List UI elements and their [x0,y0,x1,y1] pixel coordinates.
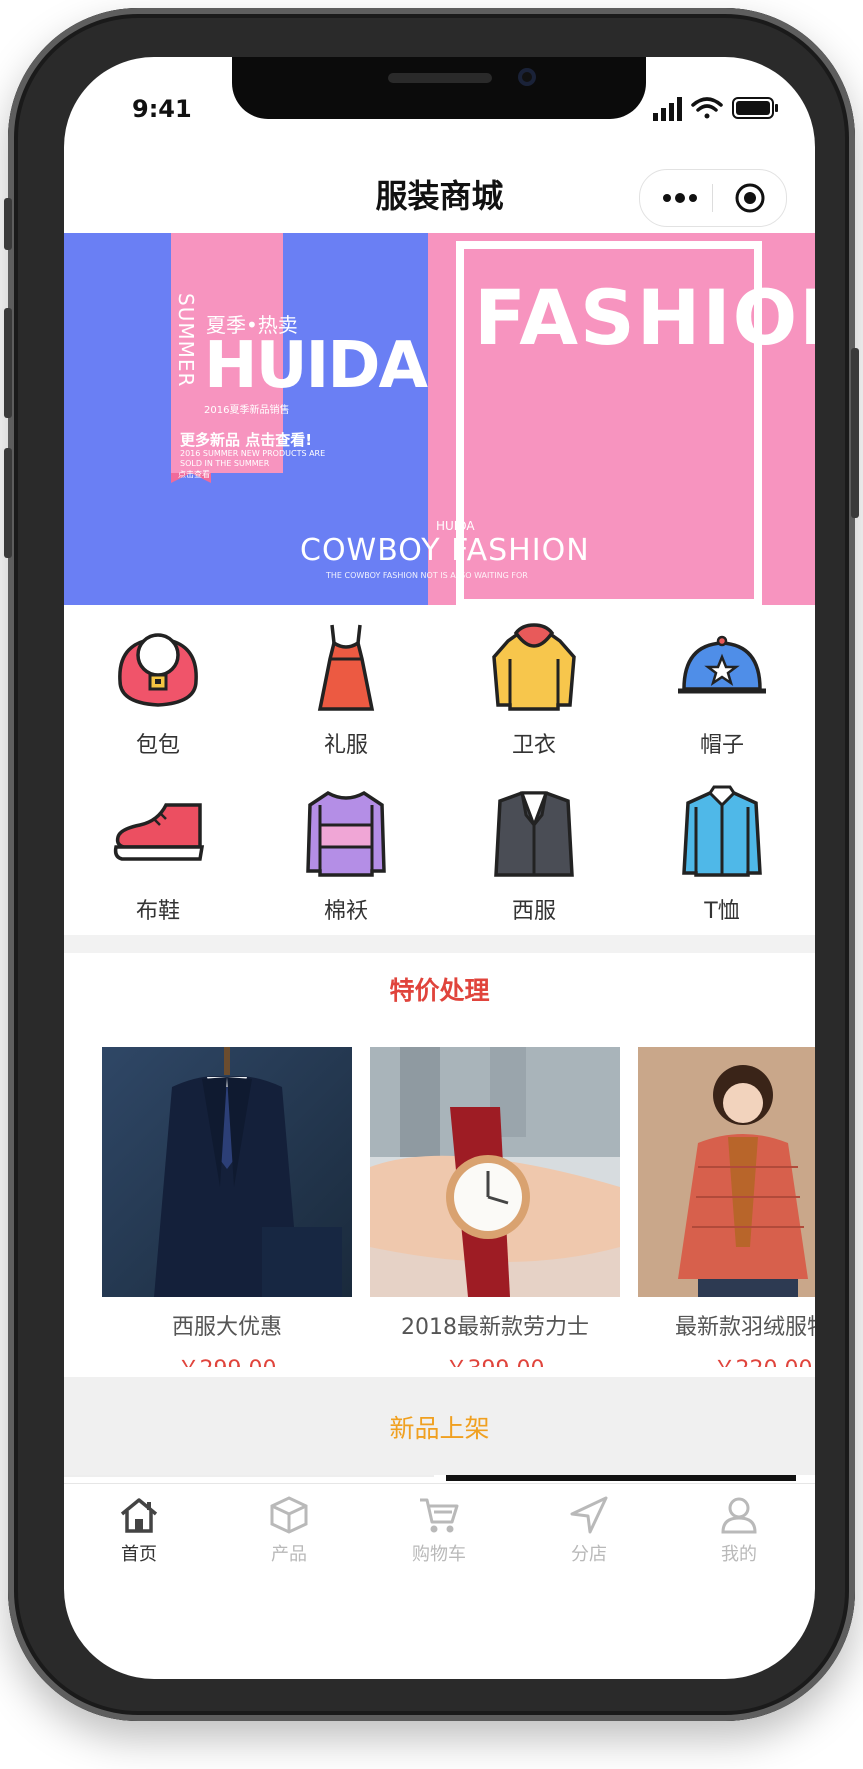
status-time: 9:41 [132,95,192,123]
tab-label: 产品 [271,1544,307,1565]
deal-image-watch [370,1047,620,1297]
volume-up-button [4,308,12,418]
section-divider [64,935,815,953]
deal-price: ￥299.00 [102,1351,352,1367]
tab-label: 购物车 [412,1544,466,1565]
promo-banner[interactable]: FASHION SUMMER 夏季•热卖 HUIDA 2016夏季新品销售 更多… [64,233,815,605]
deal-image-suit [102,1047,352,1297]
deal-item[interactable]: 西服大优惠 ￥299.00 [102,1047,352,1367]
banner-more-sub: 2016 SUMMER NEW PRODUCTS ARE SOLD IN THE… [180,449,326,468]
bag-icon [118,633,198,707]
deals-section-title: 特价处理 [389,976,490,1005]
banner-summer-en: SUMMER [174,293,198,388]
category-item-shoe[interactable]: 布鞋 [64,771,252,931]
box-icon [270,1496,308,1534]
tab-branches[interactable]: 分店 [514,1484,664,1589]
more-dots-icon[interactable] [662,190,698,206]
deal-item[interactable]: 2018最新款劳力士 ￥399.00 [370,1047,620,1367]
banner-cowboy-sub: THE COWBOY FASHION NOT IS ALSO WAITING F… [326,571,528,580]
banner-huida-sub: 2016夏季新品销售 [204,405,290,416]
bottom-tab-bar: 首页 产品 购物车 分店 我的 [64,1483,815,1589]
shoe-icon [113,803,205,861]
category-item-cap[interactable]: 帽子 [628,605,815,765]
home-icon [120,1498,158,1533]
deal-image-down-jacket [638,1047,815,1297]
banner-more-text: 更多新品 点击查看! [180,431,313,449]
front-camera [518,68,536,86]
capsule-divider [712,184,713,212]
cart-icon [420,1498,459,1533]
speaker [388,73,492,83]
category-item-hoodie[interactable]: 卫衣 [440,605,628,765]
user-icon [721,1497,757,1534]
deal-name: 2018最新款劳力士 [401,1315,589,1340]
category-item-dress[interactable]: 礼服 [252,605,440,765]
signal-icon [653,97,682,121]
category-label: 帽子 [699,733,744,758]
category-label: 礼服 [323,733,368,758]
banner-huida: HUIDA [204,329,428,403]
category-label: 棉袄 [323,899,368,924]
padded-coat-icon [306,790,386,877]
banner-huida-small: HUIDA [436,519,475,533]
location-arrow-icon [570,1496,608,1534]
tab-profile[interactable]: 我的 [664,1484,814,1589]
deal-price: ￥220.00 [638,1351,815,1367]
category-label: 西服 [511,899,556,924]
phone-frame: 9:41 服装商城 FASHIO SUMMER 夏季•热卖 HUIDA 2016… [4,8,859,1721]
category-item-suit[interactable]: 西服 [440,771,628,931]
tab-home[interactable]: 首页 [64,1484,214,1589]
mute-switch [4,198,12,250]
category-item-shirt[interactable]: T恤 [628,771,815,931]
tab-label: 首页 [121,1544,157,1565]
tab-label: 分店 [571,1544,607,1565]
screen: 9:41 服装商城 FASHIO SUMMER 夏季•热卖 HUIDA 2016… [64,57,815,1679]
tab-cart[interactable]: 购物车 [364,1484,514,1589]
category-grid: 包包 礼服 卫衣 帽子 布鞋 棉袄 西服 T恤 [64,605,815,935]
banner-cowboy-text: COWBOY FASHION [300,533,590,568]
new-section-title: 新品上架 [389,1414,490,1443]
hoodie-icon [492,623,576,711]
status-icons [653,97,778,121]
category-label: T恤 [704,899,740,924]
category-item-bag[interactable]: 包包 [64,605,252,765]
deal-item[interactable]: 最新款羽绒服特惠 ￥220.00 [638,1047,815,1367]
shirt-icon [682,785,762,877]
tab-products[interactable]: 产品 [214,1484,364,1589]
category-label: 布鞋 [135,899,180,924]
deal-name: 最新款羽绒服特惠 [674,1315,815,1340]
notch [232,57,646,119]
deals-carousel[interactable]: 西服大优惠 ￥299.00 [64,1047,815,1367]
volume-down-button [4,448,12,558]
battery-icon [732,97,778,119]
power-button [851,348,859,518]
close-miniprogram-icon[interactable] [734,182,766,214]
deal-price: ￥399.00 [370,1351,620,1367]
tab-label: 我的 [721,1544,757,1565]
suit-icon [494,791,574,877]
miniprogram-capsule [639,169,787,227]
new-arrivals-bar: 新品上架 [64,1377,815,1475]
category-label: 卫衣 [511,733,556,758]
category-item-padded-coat[interactable]: 棉袄 [252,771,440,931]
banner-fashion-text: FASHION [474,273,815,362]
cap-icon [678,635,766,694]
wifi-icon [691,97,723,119]
dress-icon [317,624,375,711]
deal-name: 西服大优惠 [171,1315,282,1340]
banner-tag: 点击查看 [178,470,210,479]
category-label: 包包 [135,733,180,758]
